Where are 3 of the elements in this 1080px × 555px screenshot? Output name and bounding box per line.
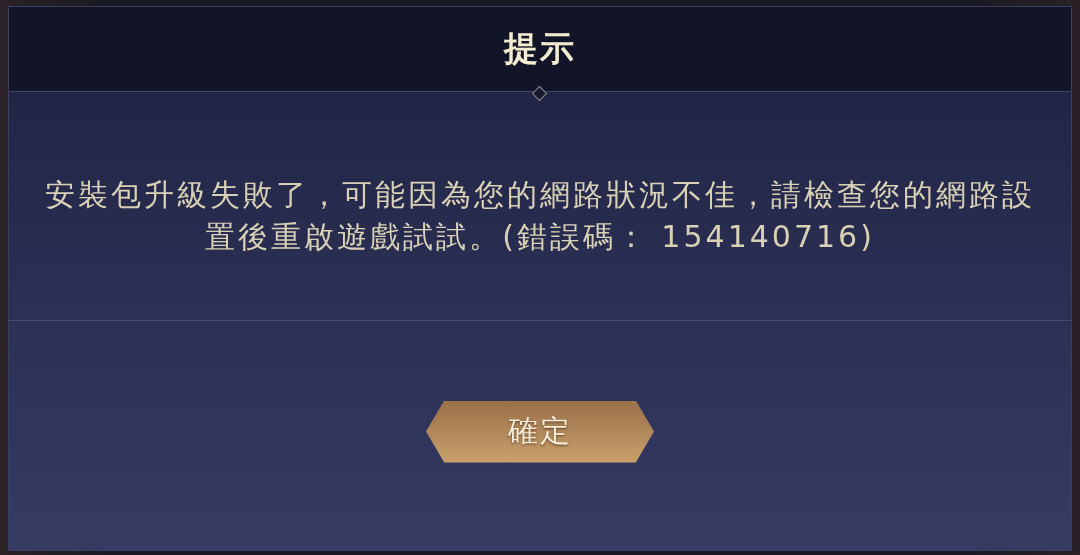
dialog-title: 提示 xyxy=(504,27,576,70)
error-message: 安裝包升級失敗了，可能因為您的網路狀況不佳，請檢查您的網路設置後重啟遊戲試試。(錯誤碼： 154140716) xyxy=(44,176,1036,256)
confirm-button[interactable]: 確定 xyxy=(426,400,654,463)
